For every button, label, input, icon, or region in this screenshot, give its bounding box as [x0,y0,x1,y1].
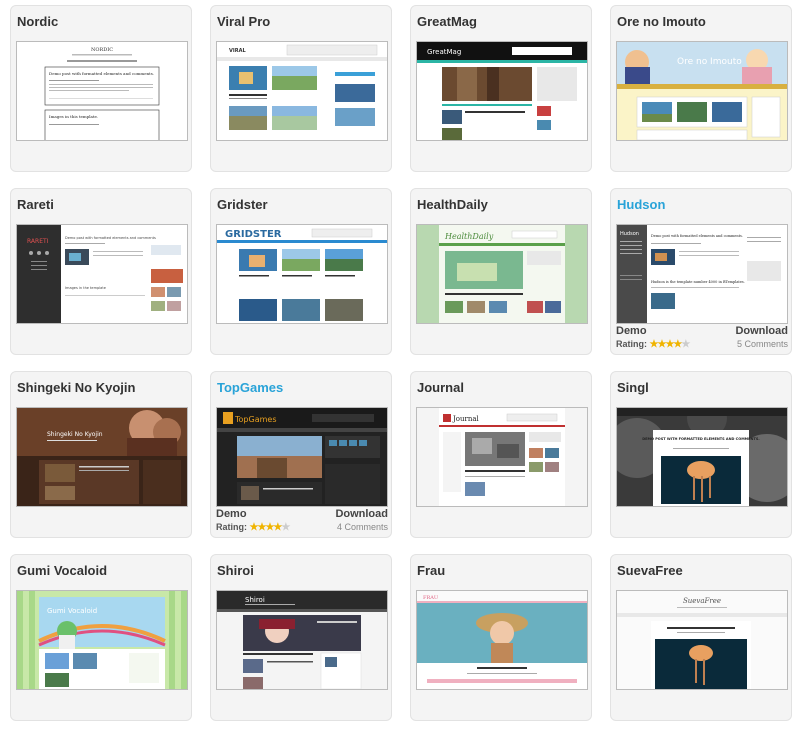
theme-card-healthdaily: HealthDaily HealthDaily [410,188,592,355]
rating-stars-icon: ★★★★★ [649,339,691,350]
download-link[interactable]: Download [335,508,388,520]
theme-preview-thumbnail[interactable]: DEMO POST WITH FORMATTED ELEMENTS AND CO… [616,407,788,507]
theme-preview-thumbnail[interactable]: VIRAL [216,41,388,141]
comments-link[interactable]: 5 Comments [737,339,788,349]
theme-preview-thumbnail[interactable]: Journal [416,407,588,507]
svg-text:Journal: Journal [452,415,480,423]
theme-card-ore-no-imouto: Ore no Imouto Ore no Imouto [610,5,792,172]
theme-card-singl: Singl DEMO POST WITH FORMATTED ELEMENTS … [610,371,792,538]
theme-title[interactable]: SuevaFree [617,563,683,578]
svg-text:Demo post with formatted eleme: Demo post with formatted elements and co… [49,71,154,76]
svg-text:Demo post with formatted eleme: Demo post with formatted elements and co… [65,236,156,240]
theme-title[interactable]: Viral Pro [217,14,270,29]
theme-title[interactable]: Hudson [617,197,665,212]
theme-preview-thumbnail[interactable]: FRAU [416,590,588,690]
theme-title[interactable]: Shiroi [217,563,254,578]
theme-card-nordic: Nordic NORDIC Demo post with formatted e… [10,5,192,172]
svg-text:FRAU: FRAU [423,595,438,601]
download-link[interactable]: Download [735,325,788,337]
theme-card-suevafree: SuevaFree SuevaFree [610,554,792,721]
svg-text:Ore no Imouto: Ore no Imouto [677,57,742,67]
theme-preview-thumbnail[interactable]: Hudson Demo post with formatted elements… [616,224,788,324]
theme-title[interactable]: Rareti [17,197,54,212]
theme-preview-thumbnail[interactable]: HealthDaily [416,224,588,324]
theme-card-shingeki-no-kyojin: Shingeki No Kyojin Shingeki No Kyojin [10,371,192,538]
theme-card-shiroi: Shiroi Shiroi [210,554,392,721]
svg-text:Shingeki No Kyojin: Shingeki No Kyojin [47,431,103,438]
theme-card-gumi-vocaloid: Gumi Vocaloid Gumi Vocaloid [10,554,192,721]
theme-title[interactable]: HealthDaily [417,197,488,212]
svg-text:RARETI: RARETI [27,238,49,245]
preview-brand: NORDIC [91,47,113,53]
rating-label: Rating: [616,339,647,349]
theme-card-rareti: Rareti RARETI Demo post with formatted e… [10,188,192,355]
theme-title[interactable]: Ore no Imouto [617,14,706,29]
theme-preview-thumbnail[interactable]: Ore no Imouto [616,41,788,141]
theme-preview-thumbnail[interactable]: TopGames [216,407,388,507]
svg-text:GRIDSTER: GRIDSTER [225,229,282,240]
theme-title[interactable]: TopGames [217,380,283,395]
svg-text:Images in this template.: Images in this template. [49,114,98,119]
svg-text:GreatMag: GreatMag [427,48,461,56]
theme-title[interactable]: Journal [417,380,464,395]
svg-text:Hudson: Hudson [620,231,639,237]
theme-card-viral-pro: Viral Pro VIRAL [210,5,392,172]
svg-text:Shiroi: Shiroi [245,596,265,604]
svg-text:VIRAL: VIRAL [229,48,246,54]
rating: Rating: ★★★★★ [616,339,691,350]
theme-preview-thumbnail[interactable]: GRIDSTER [216,224,388,324]
theme-preview-thumbnail[interactable]: SuevaFree [616,590,788,690]
svg-text:Images in the template: Images in the template [65,286,106,290]
theme-preview-thumbnail[interactable]: Gumi Vocaloid [16,590,188,690]
rating-stars-icon: ★★★★★ [249,522,291,533]
theme-title[interactable]: Nordic [17,14,58,29]
theme-title[interactable]: Gumi Vocaloid [17,563,107,578]
theme-preview-thumbnail[interactable]: GreatMag [416,41,588,141]
theme-card-frau: Frau FRAU [410,554,592,721]
theme-title[interactable]: Singl [617,380,649,395]
demo-link[interactable]: Demo [216,508,247,520]
theme-card-journal: Journal Journal [410,371,592,538]
svg-text:TopGames: TopGames [234,415,276,424]
theme-preview-thumbnail[interactable]: Shingeki No Kyojin [16,407,188,507]
theme-preview-thumbnail[interactable]: Shiroi [216,590,388,690]
theme-card-hudson: Hudson Hudson Demo post with formatted e… [610,188,792,355]
theme-title[interactable]: Gridster [217,197,268,212]
demo-link[interactable]: Demo [616,325,647,337]
rating-label: Rating: [216,522,247,532]
svg-text:Hudson is the template number: Hudson is the template number 4000 in BT… [651,280,745,284]
comments-link[interactable]: 4 Comments [337,522,388,532]
theme-title[interactable]: GreatMag [417,14,477,29]
theme-preview-thumbnail[interactable]: NORDIC Demo post with formatted elements… [16,41,188,141]
theme-title[interactable]: Frau [417,563,445,578]
svg-text:Gumi Vocaloid: Gumi Vocaloid [47,607,97,615]
theme-card-greatmag: GreatMag GreatMag [410,5,592,172]
theme-title[interactable]: Shingeki No Kyojin [17,380,135,395]
svg-text:HealthDaily: HealthDaily [444,232,494,241]
svg-text:DEMO POST WITH FORMATTED ELEME: DEMO POST WITH FORMATTED ELEMENTS AND CO… [642,437,759,441]
theme-card-topgames: TopGames TopGames Demo Download Rating: … [210,371,392,538]
rating: Rating: ★★★★★ [216,522,291,533]
theme-preview-thumbnail[interactable]: RARETI Demo post with formatted elements… [16,224,188,324]
theme-card-gridster: Gridster GRIDSTER [210,188,392,355]
svg-text:Demo post with formatted eleme: Demo post with formatted elements and co… [651,234,743,238]
svg-text:SuevaFree: SuevaFree [683,597,721,605]
